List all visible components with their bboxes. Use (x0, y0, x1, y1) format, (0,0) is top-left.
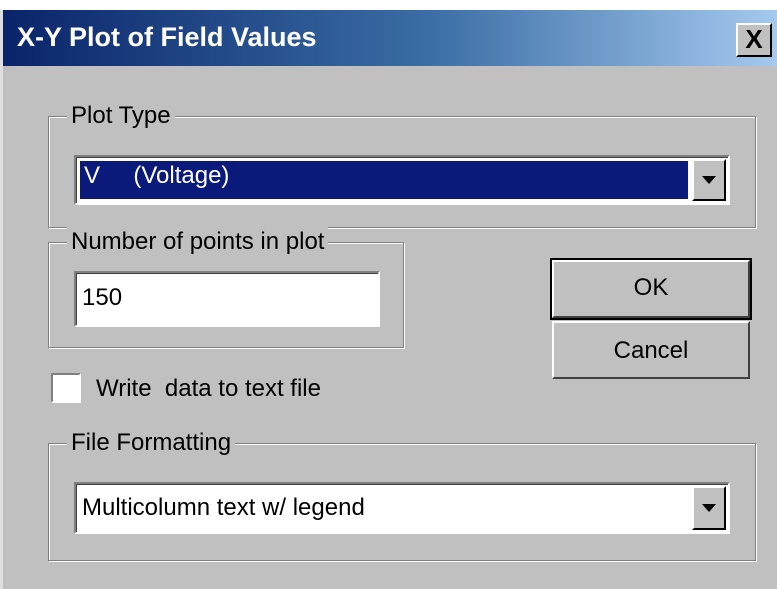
plot-type-selected-highlight: V (Voltage) (79, 160, 689, 200)
window-title: X-Y Plot of Field Values (17, 22, 317, 52)
chevron-down-icon (702, 176, 716, 184)
xy-plot-dialog: X-Y Plot of Field Values X Plot Type V (… (0, 10, 777, 589)
plot-type-value: V (Voltage) (84, 162, 230, 189)
plot-type-dropdown-button[interactable] (692, 159, 726, 201)
chevron-down-icon (702, 504, 716, 512)
points-value: 150 (82, 284, 123, 311)
points-input[interactable]: 150 (74, 271, 380, 327)
file-formatting-group: File Formatting Multicolumn text w/ lege… (48, 428, 756, 561)
plot-type-legend: Plot Type (67, 101, 175, 131)
file-formatting-dropdown-button[interactable] (692, 486, 726, 530)
close-icon: X (745, 24, 763, 54)
close-button[interactable]: X (736, 23, 772, 57)
points-legend: Number of points in plot (67, 227, 329, 257)
plot-type-group: Plot Type V (Voltage) (48, 101, 756, 228)
ok-button[interactable]: OK (550, 258, 752, 320)
file-formatting-legend: File Formatting (67, 428, 236, 458)
write-data-checkbox[interactable] (51, 373, 81, 403)
cancel-button[interactable]: Cancel (552, 321, 750, 379)
plot-type-select[interactable]: V (Voltage) (74, 155, 730, 205)
write-data-label[interactable]: Write data to text file (96, 374, 321, 404)
points-group: Number of points in plot 150 (48, 227, 404, 348)
file-formatting-value: Multicolumn text w/ legend (82, 494, 365, 521)
title-bar[interactable]: X-Y Plot of Field Values X (3, 10, 777, 66)
file-formatting-select[interactable]: Multicolumn text w/ legend (74, 482, 730, 534)
